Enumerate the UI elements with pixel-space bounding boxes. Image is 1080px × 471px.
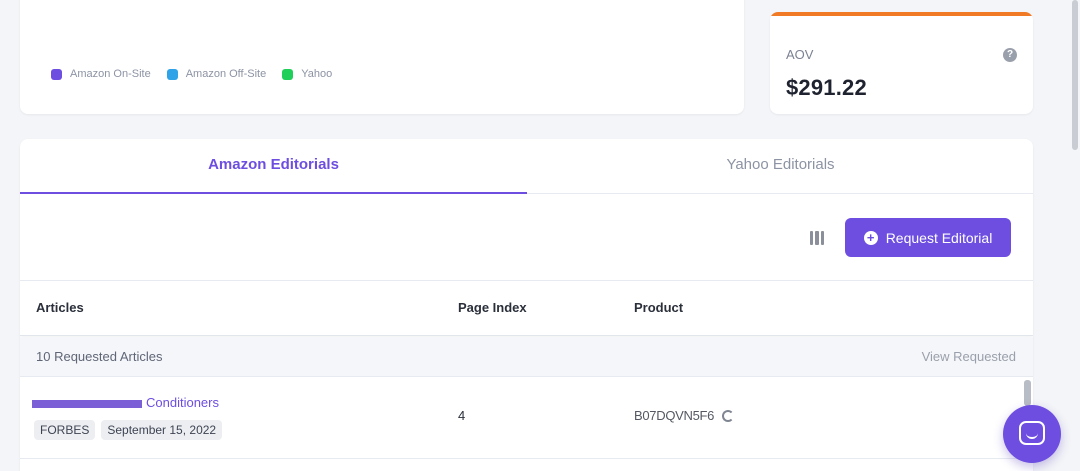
- header-articles[interactable]: Articles: [36, 300, 84, 315]
- requested-summary-row: 10 Requested Articles View Requested: [20, 337, 1033, 377]
- view-requested-link[interactable]: View Requested: [922, 349, 1016, 364]
- aov-label: AOV: [786, 47, 814, 62]
- chart-legend: Amazon On-Site Amazon Off-Site Yahoo: [51, 68, 332, 80]
- request-editorial-label: Request Editorial: [885, 229, 993, 246]
- product-cell: B07DQVN5F6: [634, 408, 735, 423]
- table-scrollbar[interactable]: [1024, 380, 1031, 406]
- table-toolbar: + Request Editorial: [20, 194, 1033, 281]
- chat-launcher-button[interactable]: [1003, 405, 1061, 463]
- tab-amazon-editorials[interactable]: Amazon Editorials: [20, 139, 527, 194]
- traffic-chart-card: Amazon On-Site Amazon Off-Site Yahoo: [20, 0, 744, 114]
- tab-yahoo-editorials[interactable]: Yahoo Editorials: [527, 139, 1033, 194]
- page-scrollbar[interactable]: [1070, 0, 1080, 471]
- legend-item-amazon-offsite[interactable]: Amazon Off-Site: [166, 68, 267, 80]
- redacted-text: [32, 399, 142, 408]
- product-code: B07DQVN5F6: [634, 408, 715, 423]
- article-tags: FORBES September 15, 2022: [34, 420, 223, 440]
- chat-icon: [1019, 421, 1045, 445]
- editorial-tabs: Amazon Editorials Yahoo Editorials: [20, 139, 1033, 194]
- table-row[interactable]: Conditioners FORBES September 15, 2022 4…: [20, 377, 1033, 459]
- legend-label: Yahoo: [301, 68, 333, 80]
- request-editorial-button[interactable]: + Request Editorial: [845, 218, 1011, 257]
- page-index-value: 4: [458, 408, 466, 423]
- table-header: Articles Page Index Product: [20, 281, 1033, 336]
- date-tag: September 15, 2022: [101, 420, 223, 440]
- editorials-card: Amazon Editorials Yahoo Editorials + Req…: [20, 139, 1033, 471]
- article-title: Conditioners: [146, 395, 219, 410]
- aov-value: $291.22: [786, 75, 867, 100]
- aov-card: AOV ? $291.22: [770, 12, 1033, 114]
- legend-item-amazon-onsite[interactable]: Amazon On-Site: [51, 68, 151, 80]
- legend-label: Amazon On-Site: [70, 68, 151, 80]
- legend-swatch: [51, 68, 62, 80]
- legend-item-yahoo[interactable]: Yahoo: [282, 68, 332, 80]
- loading-spinner-icon: [722, 409, 735, 422]
- header-product[interactable]: Product: [634, 300, 683, 315]
- requested-count: 10 Requested Articles: [36, 349, 163, 364]
- header-page-index[interactable]: Page Index: [458, 300, 527, 315]
- page-scrollbar-thumb[interactable]: [1072, 0, 1078, 150]
- aov-accent-bar: [770, 12, 1033, 16]
- legend-swatch: [282, 68, 294, 80]
- legend-label: Amazon Off-Site: [185, 68, 267, 80]
- article-title-link[interactable]: Conditioners: [32, 395, 219, 410]
- publisher-tag: FORBES: [34, 420, 96, 440]
- plus-circle-icon: +: [863, 230, 878, 245]
- legend-swatch: [166, 68, 178, 80]
- help-icon[interactable]: ?: [1003, 48, 1017, 62]
- columns-icon[interactable]: [810, 231, 824, 245]
